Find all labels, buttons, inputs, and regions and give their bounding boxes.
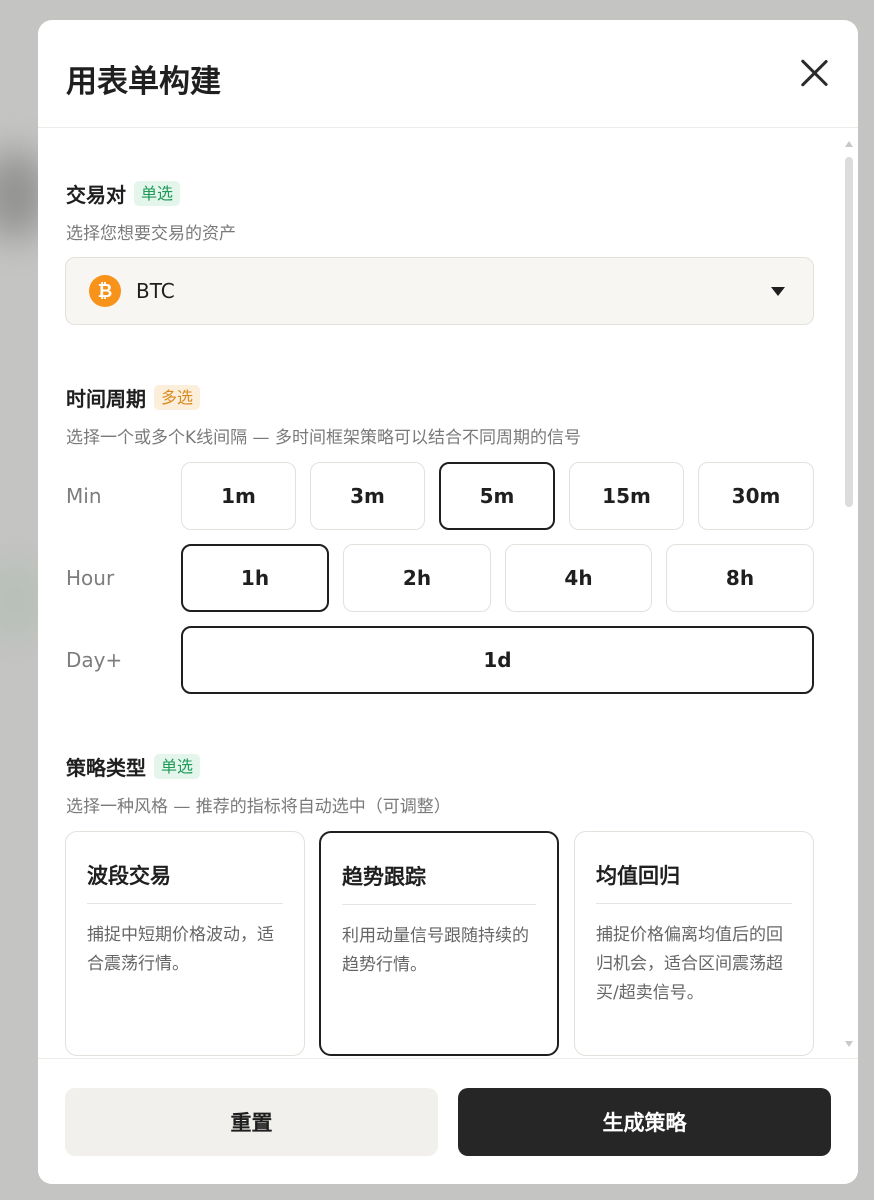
timeframe-option-8h[interactable]: 8h — [666, 544, 814, 612]
card-title: 趋势跟踪 — [342, 865, 426, 889]
timeframe-option-5m[interactable]: 5m — [439, 462, 555, 530]
section-title: 交易对 — [66, 183, 126, 207]
timeframe-option-2h[interactable]: 2h — [343, 544, 491, 612]
strategy-card-swing[interactable]: 波段交易 捕捉中短期价格波动，适合震荡行情。 — [65, 831, 305, 1056]
modal-header: 用表单构建 — [38, 20, 858, 128]
scroll-thumb[interactable] — [845, 157, 853, 507]
single-select-badge: 单选 — [134, 180, 181, 207]
pair-section-header: 交易对 单选 — [66, 179, 181, 208]
divider — [342, 904, 536, 905]
card-description: 捕捉中短期价格波动，适合震荡行情。 — [87, 925, 274, 974]
scroll-up-icon[interactable] — [845, 141, 853, 147]
scrollbar[interactable] — [844, 139, 854, 1049]
strategy-card-mean-reversion[interactable]: 均值回归 捕捉价格偏离均值后的回归机会，适合区间震荡超买/超卖信号。 — [574, 831, 814, 1056]
generate-strategy-button[interactable]: 生成策略 — [458, 1088, 831, 1156]
modal-body[interactable]: 交易对 单选 选择您想要交易的资产 ₿ BTC 时间周期 多选 选择一个或多个K… — [38, 129, 858, 1057]
multi-select-badge: 多选 — [154, 384, 201, 411]
timeframe-row-label-hour: Hour — [66, 566, 115, 590]
strategy-card-trend[interactable]: 趋势跟踪 利用动量信号跟随持续的趋势行情。 — [319, 831, 559, 1056]
section-title: 时间周期 — [66, 387, 146, 411]
card-description: 利用动量信号跟随持续的趋势行情。 — [342, 926, 529, 975]
caret-down-icon — [771, 287, 785, 296]
timeframe-row-label-day: Day+ — [66, 648, 123, 672]
divider — [596, 903, 792, 904]
timeframe-section-header: 时间周期 多选 — [66, 383, 201, 412]
single-select-badge: 单选 — [154, 753, 201, 780]
selected-asset: BTC — [136, 279, 175, 303]
card-description: 捕捉价格偏离均值后的回归机会，适合区间震荡超买/超卖信号。 — [596, 925, 783, 1003]
card-title: 均值回归 — [596, 864, 680, 888]
timeframe-option-1m[interactable]: 1m — [181, 462, 296, 530]
timeframe-row-label-min: Min — [66, 484, 102, 508]
reset-button[interactable]: 重置 — [65, 1088, 438, 1156]
asset-select[interactable]: ₿ BTC — [65, 257, 814, 325]
timeframe-option-4h[interactable]: 4h — [505, 544, 652, 612]
strategy-builder-modal: 用表单构建 交易对 单选 选择您想要交易的资产 ₿ BTC 时间周期 多选 选择… — [38, 20, 858, 1184]
scroll-down-icon[interactable] — [845, 1041, 853, 1047]
section-description: 选择您想要交易的资产 — [66, 224, 236, 244]
close-icon[interactable] — [798, 56, 830, 88]
modal-title: 用表单构建 — [66, 64, 221, 100]
divider — [87, 903, 283, 904]
backdrop — [0, 560, 40, 640]
strategy-section-header: 策略类型 单选 — [66, 752, 201, 781]
timeframe-option-30m[interactable]: 30m — [698, 462, 814, 530]
section-title: 策略类型 — [66, 756, 146, 780]
timeframe-option-1d[interactable]: 1d — [181, 626, 814, 694]
modal-footer: 重置 生成策略 — [38, 1058, 858, 1184]
bitcoin-icon: ₿ — [89, 275, 121, 307]
section-description: 选择一种风格 — 推荐的指标将自动选中（可调整） — [66, 797, 451, 817]
timeframe-option-15m[interactable]: 15m — [569, 462, 684, 530]
section-description: 选择一个或多个K线间隔 — 多时间框架策略可以结合不同周期的信号 — [66, 428, 581, 448]
card-title: 波段交易 — [87, 864, 171, 888]
timeframe-option-3m[interactable]: 3m — [310, 462, 425, 530]
timeframe-option-1h[interactable]: 1h — [181, 544, 329, 612]
